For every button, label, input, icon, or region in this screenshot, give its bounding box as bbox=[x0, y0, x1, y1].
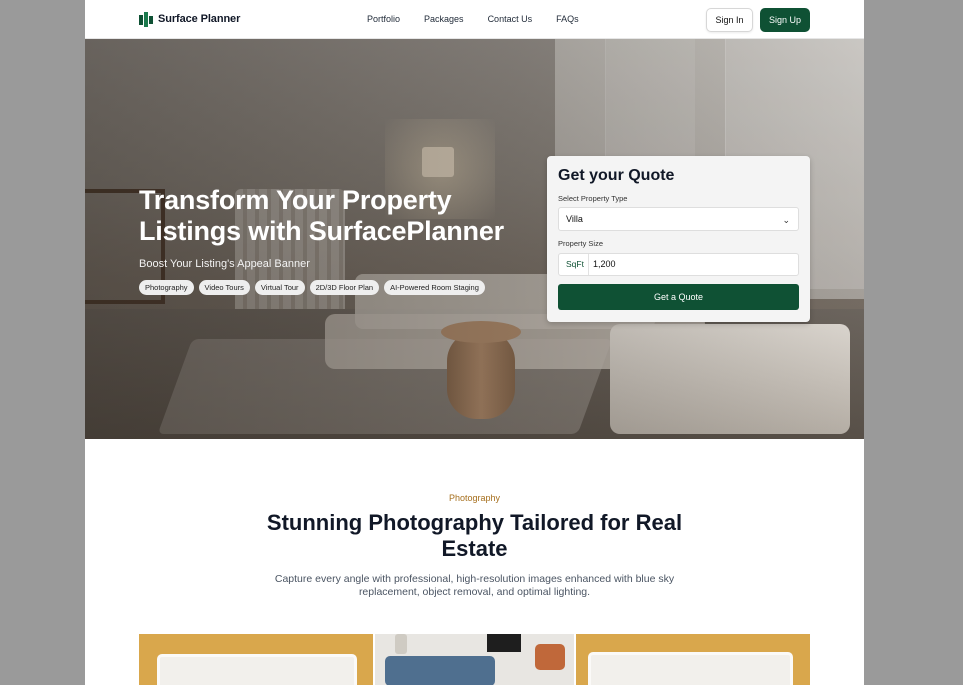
chip-room-staging[interactable]: AI-Powered Room Staging bbox=[384, 280, 485, 295]
property-size-input[interactable]: 1,200 bbox=[593, 254, 616, 275]
property-size-label: Property Size bbox=[558, 239, 604, 248]
brand-name: Surface Planner bbox=[158, 13, 241, 25]
gallery-image[interactable] bbox=[139, 634, 373, 685]
chevron-down-icon: ⌄ bbox=[782, 215, 790, 225]
gallery-image[interactable] bbox=[576, 634, 810, 685]
property-type-select[interactable]: Villa ⌄ bbox=[558, 207, 799, 231]
section-title: Stunning Photography Tailored for Real E… bbox=[266, 510, 683, 561]
top-nav: Surface Planner Portfolio Packages Conta… bbox=[85, 0, 864, 39]
chip-photography[interactable]: Photography bbox=[139, 280, 194, 295]
gallery-photo-chair bbox=[535, 644, 565, 670]
property-size-field[interactable]: SqFt 1,200 bbox=[558, 253, 799, 276]
nav-links: Portfolio Packages Contact Us FAQs bbox=[367, 14, 579, 24]
section-description: Capture every angle with professional, h… bbox=[274, 573, 675, 598]
hero-subtitle: Boost Your Listing's Appeal Banner bbox=[139, 258, 310, 270]
chip-virtual-tour[interactable]: Virtual Tour bbox=[254, 280, 305, 295]
nav-portfolio[interactable]: Portfolio bbox=[367, 14, 400, 24]
property-type-value: Villa bbox=[566, 214, 583, 224]
quote-title: Get your Quote bbox=[558, 167, 675, 184]
nav-faqs[interactable]: FAQs bbox=[556, 14, 579, 24]
photo-gallery bbox=[139, 634, 810, 685]
gallery-photo-couch bbox=[385, 656, 495, 685]
hero-title: Transform Your Property Listings with Su… bbox=[139, 185, 504, 246]
gallery-photo-tv bbox=[487, 634, 521, 652]
hero-banner: Transform Your Property Listings with Su… bbox=[85, 39, 864, 439]
gallery-image[interactable] bbox=[375, 634, 574, 685]
property-type-label: Select Property Type bbox=[558, 194, 628, 203]
sign-in-button[interactable]: Sign In bbox=[706, 8, 753, 32]
page: Surface Planner Portfolio Packages Conta… bbox=[85, 0, 864, 685]
section-eyebrow: Photography bbox=[448, 493, 501, 503]
sign-up-button[interactable]: Sign Up bbox=[760, 8, 810, 32]
brand-logo[interactable]: Surface Planner bbox=[139, 11, 240, 27]
quote-card: Get your Quote Select Property Type Vill… bbox=[547, 156, 810, 322]
size-unit: SqFt bbox=[566, 254, 589, 275]
nav-packages[interactable]: Packages bbox=[424, 14, 464, 24]
nav-contact-us[interactable]: Contact Us bbox=[488, 14, 533, 24]
logo-icon bbox=[139, 12, 153, 27]
get-quote-button[interactable]: Get a Quote bbox=[558, 284, 799, 310]
gallery-image-frame bbox=[157, 654, 357, 685]
chip-video-tours[interactable]: Video Tours bbox=[198, 280, 250, 295]
service-chips: Photography Video Tours Virtual Tour 2D/… bbox=[139, 280, 485, 295]
gallery-image-frame bbox=[588, 652, 793, 685]
gallery-photo-lamp bbox=[395, 634, 407, 654]
chip-floor-plan[interactable]: 2D/3D Floor Plan bbox=[309, 280, 380, 295]
